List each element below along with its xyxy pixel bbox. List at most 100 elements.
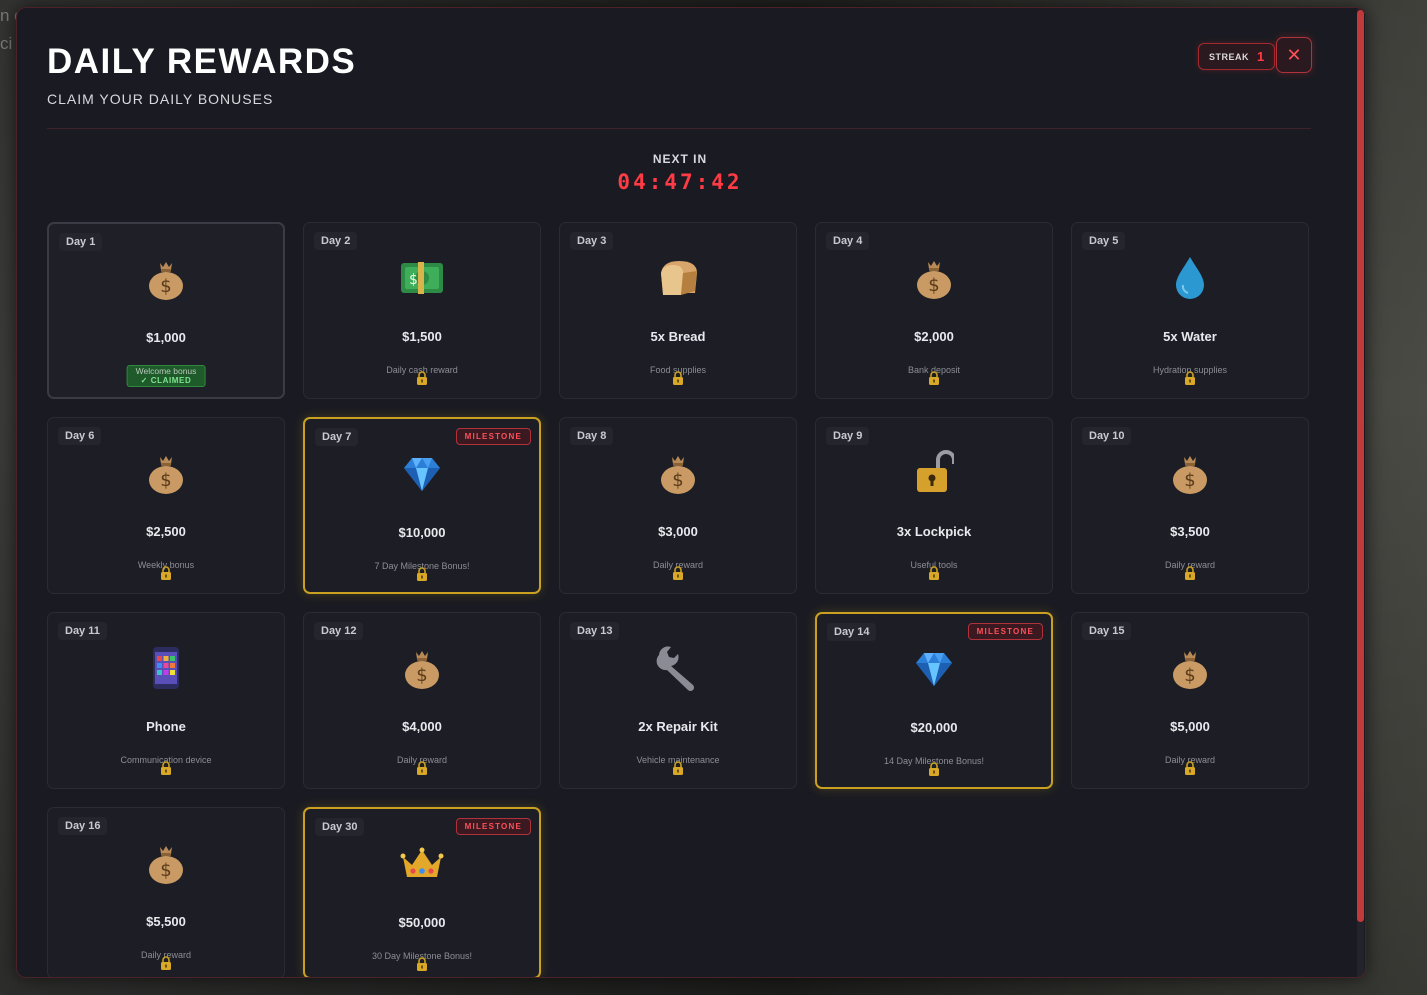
reward-amount: $5,500 <box>146 914 186 929</box>
reward-card[interactable]: Day 6 $ $2,500 Weekly bonus <box>47 417 285 594</box>
day-label: Day 15 <box>1082 622 1132 640</box>
lock-icon <box>160 566 172 585</box>
milestone-badge: MILESTONE <box>455 428 531 445</box>
day-label: Day 9 <box>826 427 870 445</box>
countdown-timer: 04:47:42 <box>617 170 743 194</box>
day-label: Day 16 <box>58 817 108 835</box>
lock-icon <box>160 956 172 975</box>
svg-text:$: $ <box>160 276 171 297</box>
milestone-badge: MILESTONE <box>455 818 531 835</box>
day-label: Day 1 <box>59 233 103 251</box>
reward-amount: Phone <box>146 719 186 734</box>
day-label: Day 7 <box>315 428 359 446</box>
streak-label: STREAK <box>1209 51 1250 62</box>
reward-amount: $5,000 <box>1170 719 1210 734</box>
day-label: Day 10 <box>1082 427 1132 445</box>
day-label: Day 12 <box>314 622 364 640</box>
countdown-label: NEXT IN <box>652 152 708 166</box>
reward-card[interactable]: Day 7 MILESTONE $10,000 7 Day Milestone Bon… <box>303 417 541 594</box>
lock-icon <box>928 566 940 585</box>
lock-icon <box>416 761 428 780</box>
day-label: Day 8 <box>570 427 614 445</box>
lock-icon <box>672 566 684 585</box>
reward-amount: $1,000 <box>146 330 186 345</box>
money-bag-icon: $ <box>1072 643 1308 693</box>
day-label: Day 11 <box>58 622 107 640</box>
reward-amount: $10,000 <box>398 525 446 540</box>
header-divider <box>47 128 1311 129</box>
claimed-label: ✓ CLAIMED <box>140 376 192 385</box>
reward-card[interactable]: Day 8 $ $3,000 Daily reward <box>559 417 797 594</box>
reward-amount: $50,000 <box>398 915 446 930</box>
open-padlock-icon <box>816 448 1052 498</box>
reward-amount: $3,500 <box>1170 524 1210 539</box>
lock-icon <box>416 957 428 976</box>
reward-card[interactable]: Day 5 5x Water Hydration supplies <box>1071 222 1309 399</box>
wrench-icon <box>560 643 796 693</box>
streak-count: 1 <box>1257 49 1265 64</box>
reward-card[interactable]: Day 4 $ $2,000 Bank deposit <box>815 222 1053 399</box>
reward-card[interactable]: Day 11 Phone Communication device <box>47 612 285 789</box>
reward-card[interactable]: Day 1 $ $1,000 Welcome bonus ✓ CLAIMED <box>47 222 285 399</box>
claimed-badge: Welcome bonus ✓ CLAIMED <box>126 365 206 387</box>
lock-icon <box>416 371 428 390</box>
reward-amount: 3x Lockpick <box>896 524 972 539</box>
day-label: Day 14 <box>827 623 877 641</box>
reward-amount: 5x Water <box>1163 329 1217 344</box>
streak-badge: STREAK 1 <box>1198 43 1276 70</box>
reward-card[interactable]: Day 16 $ $5,500 Daily reward <box>47 807 285 977</box>
reward-card[interactable]: Day 30 MILESTONE $50,000 30 Day Milestone B… <box>303 807 541 977</box>
day-label: Day 30 <box>315 818 365 836</box>
scrollbar[interactable] <box>1357 8 1364 977</box>
reward-description: Welcome bonus <box>135 366 197 376</box>
day-label: Day 5 <box>1082 232 1126 250</box>
lock-icon <box>160 761 172 780</box>
money-bag-icon: $ <box>48 838 284 888</box>
reward-amount: $2,000 <box>914 329 954 344</box>
reward-amount: $4,000 <box>402 719 442 734</box>
reward-card[interactable]: Day 9 3x Lockpick Useful tools <box>815 417 1053 594</box>
svg-text:$: $ <box>160 860 171 881</box>
reward-amount: 5x Bread <box>650 329 706 344</box>
reward-amount: $20,000 <box>910 720 958 735</box>
svg-text:$: $ <box>672 470 683 491</box>
svg-text:$: $ <box>160 470 171 491</box>
money-bag-icon: $ <box>49 254 283 304</box>
phone-icon <box>48 643 284 693</box>
lock-icon <box>672 371 684 390</box>
money-bag-icon: $ <box>48 448 284 498</box>
day-label: Day 3 <box>570 232 614 250</box>
reward-card[interactable]: Day 13 2x Repair Kit Vehicle maintenance <box>559 612 797 789</box>
day-label: Day 13 <box>570 622 620 640</box>
water-drop-icon <box>1072 253 1308 303</box>
money-bag-icon: $ <box>816 253 1052 303</box>
money-bag-icon: $ <box>304 643 540 693</box>
reward-card[interactable]: Day 15 $ $5,000 Daily reward <box>1071 612 1309 789</box>
reward-card[interactable]: Day 14 MILESTONE $20,000 14 Day Milestone B… <box>815 612 1053 789</box>
lock-icon <box>1184 371 1196 390</box>
day-label: Day 2 <box>314 232 358 250</box>
reward-card[interactable]: Day 3 5x Bread Food supplies <box>559 222 797 399</box>
svg-text:$: $ <box>1184 665 1195 686</box>
reward-amount: 2x Repair Kit <box>638 719 718 734</box>
reward-card[interactable]: Day 2 $ $1,500 Daily cash reward <box>303 222 541 399</box>
lock-icon <box>672 761 684 780</box>
daily-rewards-modal: DAILY REWARDS CLAIM YOUR DAILY BONUSES S… <box>16 7 1366 978</box>
page-title: DAILY REWARDS <box>47 42 357 81</box>
day-label: Day 6 <box>58 427 102 445</box>
lock-icon <box>1184 566 1196 585</box>
lock-icon <box>928 762 940 781</box>
diamond-icon <box>305 449 539 499</box>
close-button[interactable]: ✕ <box>1276 37 1312 73</box>
money-bag-icon: $ <box>560 448 796 498</box>
svg-text:$: $ <box>928 275 939 296</box>
reward-card[interactable]: Day 12 $ $4,000 Daily reward <box>303 612 541 789</box>
lock-icon <box>416 567 428 586</box>
svg-text:$: $ <box>416 665 427 686</box>
diamond-icon <box>817 644 1051 694</box>
reward-card[interactable]: Day 10 $ $3,500 Daily reward <box>1071 417 1309 594</box>
cash-stack-icon: $ <box>304 253 540 303</box>
reward-amount: $3,000 <box>658 524 698 539</box>
scrollbar-thumb[interactable] <box>1357 10 1364 922</box>
reward-amount: $2,500 <box>146 524 186 539</box>
